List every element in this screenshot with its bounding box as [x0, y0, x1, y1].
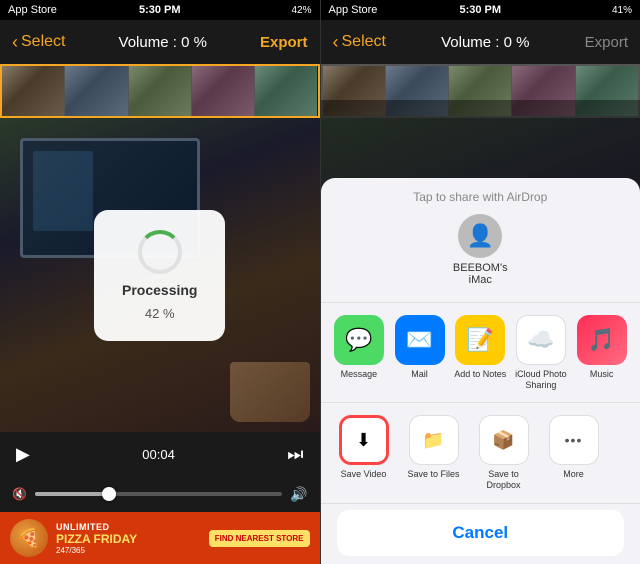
time-display: 00:04 — [30, 447, 287, 462]
ad-line1: UNLIMITED — [56, 522, 137, 532]
more-label: More — [563, 469, 584, 480]
right-status-bar: App Store 5:30 PM 41% — [321, 0, 640, 20]
left-thumbnails — [2, 66, 318, 116]
music-icon: 🎵 — [577, 315, 627, 365]
left-time: 5:30 PM — [139, 4, 181, 16]
volume-slider[interactable] — [35, 492, 282, 496]
share-app-notes[interactable]: 📝 Add to Notes — [453, 315, 507, 391]
device-avatar: 👤 — [458, 214, 502, 258]
left-status-bar: App Store 5:30 PM 42% — [0, 0, 320, 20]
volume-thumb[interactable] — [102, 487, 116, 501]
share-sheet: Tap to share with AirDrop 👤 BEEBOM'siMac… — [321, 178, 640, 564]
action-save-video[interactable]: ⬇ Save Video — [337, 415, 391, 491]
notes-icon: 📝 — [455, 315, 505, 365]
volume-max-icon: 🔊 — [290, 486, 307, 503]
ad-line3: 247/365 — [56, 546, 137, 555]
hand-silhouette — [230, 362, 310, 422]
share-sheet-overlay[interactable]: Tap to share with AirDrop 👤 BEEBOM'siMac… — [321, 100, 640, 564]
right-battery: 41% — [612, 5, 632, 16]
mail-icon: ✉️ — [395, 315, 445, 365]
avatar-icon: 👤 — [467, 223, 494, 249]
save-video-icon-symbol: ⬇ — [356, 430, 371, 451]
mute-icon[interactable]: 🔇 — [12, 487, 27, 501]
action-more[interactable]: ••• More — [547, 415, 601, 491]
skip-to-end-button[interactable]: ⏭ — [287, 444, 303, 465]
action-save-files[interactable]: 📁 Save to Files — [407, 415, 461, 491]
left-back-label: Select — [21, 33, 65, 51]
ad-cta-button[interactable]: FIND NEAREST STORE — [209, 530, 310, 547]
right-nav-bar: ‹ Select Volume : 0 % Export — [321, 20, 640, 64]
left-status-icons: 42% — [291, 5, 311, 16]
left-timeline-strip[interactable] — [0, 64, 320, 118]
save-dropbox-icon: 📦 — [479, 415, 529, 465]
share-app-icloud[interactable]: ☁️ iCloud Photo Sharing — [514, 315, 568, 391]
left-playback-bar: ▶ 00:04 ⏭ — [0, 432, 320, 476]
left-chevron-icon: ‹ — [12, 32, 18, 53]
save-dropbox-icon-symbol: 📦 — [492, 430, 514, 451]
left-nav-title: Volume : 0 % — [119, 34, 207, 51]
processing-spinner — [138, 230, 182, 274]
thumbnail-5[interactable] — [255, 66, 317, 116]
icloud-icon: ☁️ — [516, 315, 566, 365]
notes-label: Add to Notes — [454, 369, 506, 380]
message-icon: 💬 — [334, 315, 384, 365]
share-app-mail[interactable]: ✉️ Mail — [393, 315, 447, 391]
thumbnail-3[interactable] — [129, 66, 192, 116]
save-files-icon: 📁 — [409, 415, 459, 465]
right-status-icons: 41% — [612, 5, 632, 16]
icloud-label: iCloud Photo Sharing — [514, 369, 568, 391]
save-files-icon-symbol: 📁 — [422, 430, 444, 451]
cancel-row: Cancel — [321, 504, 640, 564]
share-app-message[interactable]: 💬 Message — [332, 315, 386, 391]
right-nav-title: Volume : 0 % — [441, 34, 529, 51]
right-chevron-icon: ‹ — [333, 32, 339, 53]
share-app-music[interactable]: 🎵 Music — [575, 315, 629, 391]
cancel-button[interactable]: Cancel — [337, 510, 625, 556]
right-export-button[interactable]: Export — [585, 34, 628, 51]
action-save-dropbox[interactable]: 📦 Save to Dropbox — [477, 415, 531, 491]
ad-line2: PIZZA FRIDAY — [56, 532, 137, 546]
save-files-label: Save to Files — [407, 469, 459, 480]
thumbnail-2[interactable] — [65, 66, 128, 116]
airdrop-device[interactable]: 👤 BEEBOM'siMac — [337, 204, 625, 294]
left-battery: 42% — [291, 5, 311, 16]
message-label: Message — [341, 369, 378, 380]
thumbnail-1[interactable] — [2, 66, 65, 116]
left-phone-panel: App Store 5:30 PM 42% ‹ Select Volume : … — [0, 0, 320, 564]
processing-overlay: Processing 42 % — [94, 210, 225, 341]
processing-percent: 42 % — [145, 306, 175, 321]
left-carrier: App Store — [8, 4, 57, 16]
processing-label: Processing — [122, 282, 197, 298]
left-volume-bar: 🔇 🔊 — [0, 476, 320, 512]
thumbnail-4[interactable] — [192, 66, 255, 116]
pizza-logo: 🍕 — [10, 519, 48, 557]
save-dropbox-label: Save to Dropbox — [477, 469, 531, 491]
play-button[interactable]: ▶ — [16, 444, 30, 465]
airdrop-label: Tap to share with AirDrop 👤 BEEBOM'siMac — [321, 178, 640, 303]
screen-glow — [33, 151, 93, 231]
save-video-icon: ⬇ — [339, 415, 389, 465]
device-name: BEEBOM'siMac — [453, 262, 508, 286]
save-video-label: Save Video — [341, 469, 387, 480]
ad-text: UNLIMITED PIZZA FRIDAY 247/365 — [56, 522, 137, 555]
right-phone-panel: App Store 5:30 PM 41% ‹ Select Volume : … — [321, 0, 640, 564]
right-back-label: Select — [342, 33, 386, 51]
mail-label: Mail — [411, 369, 428, 380]
left-video-area: Processing 42 % — [0, 118, 320, 432]
right-time: 5:30 PM — [459, 4, 501, 16]
airdrop-label-text: Tap to share with AirDrop — [413, 190, 547, 204]
right-carrier: App Store — [329, 4, 378, 16]
music-label: Music — [590, 369, 614, 380]
more-icon-symbol: ••• — [565, 432, 583, 448]
left-back-button[interactable]: ‹ Select — [12, 32, 65, 53]
share-apps-row: 💬 Message ✉️ Mail 📝 Add to Notes ☁️ iClo… — [321, 303, 640, 404]
left-nav-bar: ‹ Select Volume : 0 % Export — [0, 20, 320, 64]
left-ad-banner[interactable]: 🍕 UNLIMITED PIZZA FRIDAY 247/365 FIND NE… — [0, 512, 320, 564]
share-actions-row: ⬇ Save Video 📁 Save to Files 📦 Save to D… — [321, 403, 640, 504]
left-export-button[interactable]: Export — [260, 34, 308, 51]
more-icon: ••• — [549, 415, 599, 465]
volume-fill — [35, 492, 109, 496]
right-back-button[interactable]: ‹ Select — [333, 32, 386, 53]
